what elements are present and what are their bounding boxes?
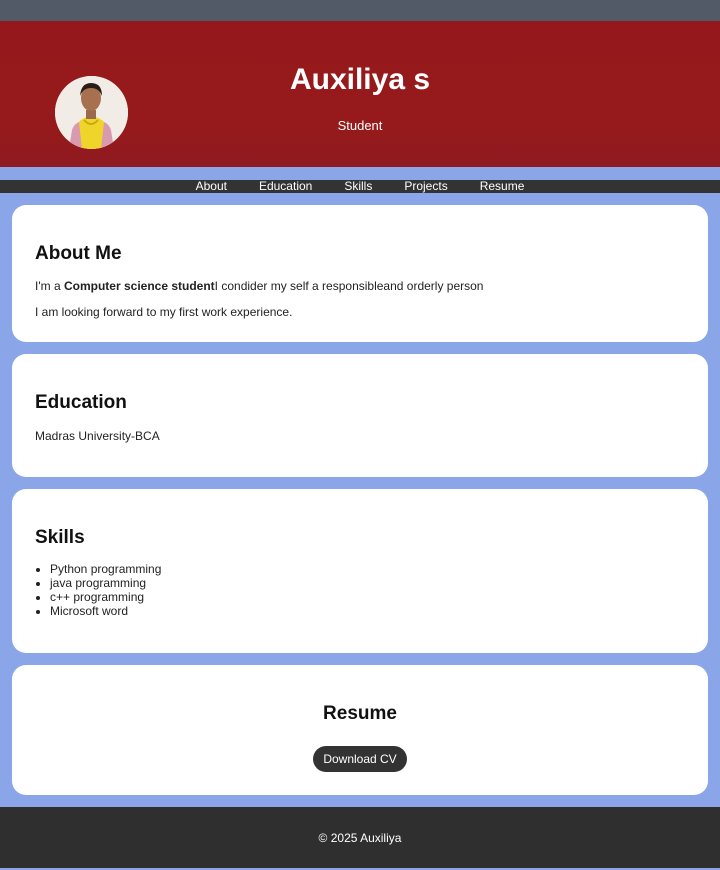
about-intro-bold: Computer science student [63,279,215,293]
about-section: About Me I'm a Computer science studentI… [12,205,708,342]
nav-link-resume[interactable]: Resume [464,180,541,193]
education-detail: Madras University-BCA [35,429,160,443]
education-heading: Education [35,392,127,413]
skills-section: Skills Python programming java programmi… [12,489,708,653]
nav-link-skills[interactable]: Skills [328,180,388,193]
site-header: Auxiliya s Student [0,21,720,167]
resume-heading: Resume [323,703,397,724]
nav-link-projects[interactable]: Projects [388,180,463,193]
education-section: Education Madras University-BCA [12,354,708,477]
site-footer: © 2025 Auxiliya [0,807,720,868]
site-title: Auxiliya s [289,63,431,96]
about-goal: I am looking forward to my first work ex… [35,305,293,319]
about-intro-suffix: I condider my self a responsibleand orde… [214,279,484,293]
footer-copyright: © 2025 Auxiliya [318,830,402,845]
skill-item: Python programming [50,562,161,576]
resume-section: Resume Download CV [12,665,708,795]
skills-heading: Skills [35,527,85,548]
nav-link-education[interactable]: Education [243,180,328,193]
about-intro-prefix: I'm a [35,279,64,293]
about-intro: I'm a Computer science studentI condider… [35,279,483,293]
site-subtitle: Student [337,118,383,133]
top-bar [0,0,720,21]
skill-item: java programming [50,576,161,590]
skills-list: Python programming java programming c++ … [50,562,161,618]
download-cv-button[interactable]: Download CV [313,746,407,772]
nav-link-about[interactable]: About [180,180,243,193]
main-nav: About Education Skills Projects Resume [0,180,720,193]
skill-item: c++ programming [50,590,161,604]
skill-item: Microsoft word [50,604,161,618]
about-heading: About Me [35,243,122,264]
